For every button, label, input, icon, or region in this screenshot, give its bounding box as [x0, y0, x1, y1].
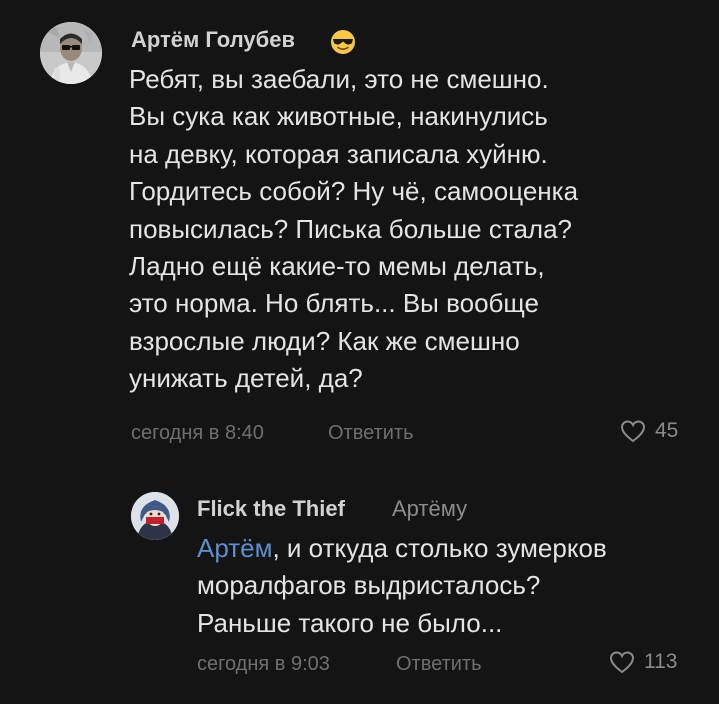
reply-to-label[interactable]: Артёму [392, 496, 467, 522]
comment-text-line: Артём, и откуда столько зумерков [197, 530, 697, 567]
like-button[interactable]: 113 [609, 650, 677, 674]
user-avatar[interactable] [40, 22, 102, 84]
user-avatar[interactable] [131, 492, 179, 540]
comment-text-line: на девку, которая записала хуйню. [129, 138, 548, 169]
sunglasses-emoji-icon [330, 29, 356, 55]
comment-author[interactable]: Артём Голубев [131, 27, 295, 53]
comment-author[interactable]: Flick the Thief [197, 496, 345, 522]
comment-text-line: это норма. Но блять... Вы вообще [129, 288, 539, 319]
comment-text-line: взрослые люди? Как же смешно [129, 325, 520, 356]
comment-timestamp: сегодня в 8:40 [131, 422, 264, 444]
comment-artem: Артём Голубев Ребят, вы заебали, это не … [0, 0, 719, 470]
comment-text-line: Раньше такого не было... [197, 607, 503, 638]
comment-text-line: повысилась? Писька больше стала? [129, 213, 573, 244]
comment-text: Ребят, вы заебали, это не смешно. Вы сук… [129, 61, 709, 398]
user-photo-avatar [40, 22, 102, 84]
heart-icon [620, 419, 646, 442]
reply-button[interactable]: Ответить [328, 422, 414, 445]
comment-timestamp: сегодня в 9:03 [197, 653, 330, 675]
like-button[interactable]: 45 [620, 419, 678, 443]
mention-link[interactable]: Артём [197, 533, 272, 563]
comment-text-line: Ладно ещё какие-то мемы делать, [129, 251, 545, 282]
like-count: 113 [644, 650, 678, 673]
like-count: 45 [655, 419, 679, 442]
comment-text-fragment: , и откуда столько зумерков [272, 533, 607, 563]
comment-text-line: унижать детей, да? [129, 363, 363, 394]
heart-icon [609, 650, 635, 673]
comment-text-line: Гордитесь собой? Ну чё, самооценка [129, 176, 579, 207]
anime-character-avatar [131, 492, 179, 540]
comment-text-line: Ребят, вы заебали, это не смешно. [129, 64, 549, 94]
comment-text-line: Вы сука как животные, накинулись [129, 101, 548, 132]
comment-text: Артём, и откуда столько зумерков моралфа… [197, 530, 697, 642]
comment-text-line: моралфагов выдристалось? [197, 570, 541, 601]
reply-button[interactable]: Ответить [396, 653, 482, 676]
